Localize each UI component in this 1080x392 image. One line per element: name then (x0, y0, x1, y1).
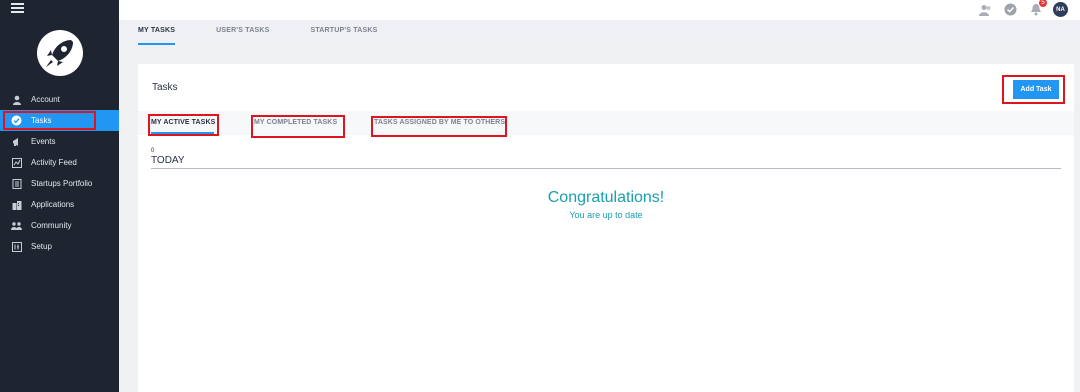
rocket-logo-icon[interactable] (37, 30, 83, 76)
divider (151, 168, 1061, 169)
sidebar-item-applications[interactable]: Applications (0, 194, 119, 215)
hamburger-menu-icon[interactable] (11, 3, 24, 13)
sidebar-item-account[interactable]: Account (0, 89, 119, 110)
page-title: Tasks (152, 82, 178, 93)
building-icon (11, 199, 22, 210)
empty-state-title: Congratulations! (547, 189, 665, 206)
sidebar-item-label: Account (31, 95, 60, 104)
sidebar-item-startups-portfolio[interactable]: Startups Portfolio (0, 173, 119, 194)
sidebar-item-label: Applications (31, 200, 75, 209)
megaphone-icon (11, 136, 22, 147)
avatar[interactable]: NA (1053, 2, 1068, 17)
setup-icon (11, 241, 22, 252)
sidebar-item-events[interactable]: Events (0, 131, 119, 152)
highlight-box (3, 111, 96, 130)
sidebar: Account Tasks Events Activity Feed Start… (0, 0, 119, 392)
sidebar-item-label: Events (31, 137, 56, 146)
users-icon[interactable] (978, 2, 993, 17)
sidebar-item-label: Activity Feed (31, 158, 77, 167)
sidebar-item-label: Setup (31, 242, 52, 251)
sidebar-item-community[interactable]: Community (0, 215, 119, 236)
user-icon (11, 94, 22, 105)
group-heading-today: TODAY (151, 155, 185, 166)
bell-icon[interactable]: 5 (1028, 0, 1047, 17)
check-circle-icon[interactable] (1003, 2, 1018, 17)
top-bar: 5 NA (119, 0, 1080, 20)
tab-startups-tasks[interactable]: STARTUP'S TASKS (310, 20, 377, 46)
sidebar-item-activity-feed[interactable]: Activity Feed (0, 152, 119, 173)
people-icon (11, 220, 22, 231)
task-count: 0 (151, 148, 155, 154)
sidebar-nav: Account Tasks Events Activity Feed Start… (0, 89, 119, 257)
highlight-box (148, 114, 219, 136)
chart-icon (11, 157, 22, 168)
sidebar-item-tasks[interactable]: Tasks (0, 110, 119, 131)
sidebar-item-label: Community (31, 221, 72, 230)
highlight-box (371, 116, 507, 137)
notification-badge: 5 (1039, 0, 1047, 7)
highlight-box (1002, 75, 1065, 104)
top-bar-icons: 5 NA (978, 0, 1068, 17)
portfolio-icon (11, 178, 22, 189)
empty-state-subtitle: You are up to date (569, 210, 643, 220)
highlight-box (251, 115, 345, 138)
tab-my-tasks[interactable]: MY TASKS (138, 20, 176, 46)
tasks-card: Tasks Add Task MY ACTIVE TASKS MY COMPLE… (138, 64, 1074, 392)
task-scope-tabs: MY TASKS USER'S TASKS STARTUP'S TASKS (119, 20, 1080, 46)
sidebar-item-setup[interactable]: Setup (0, 236, 119, 257)
sidebar-item-label: Startups Portfolio (31, 179, 93, 188)
task-status-tabs: MY ACTIVE TASKS MY COMPLETED TASKS TASKS… (138, 111, 1074, 138)
tab-users-tasks[interactable]: USER'S TASKS (216, 20, 269, 46)
